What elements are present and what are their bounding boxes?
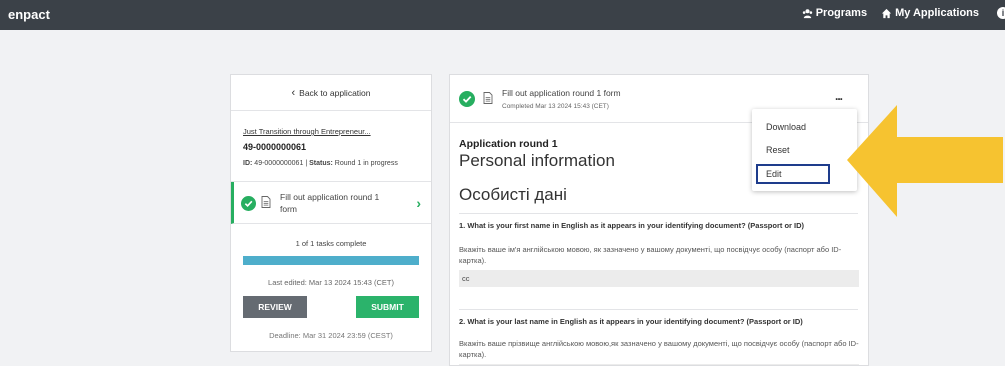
chevron-left-icon: ‹ [291,86,296,99]
question-2: 2. What is your last name in English as … [459,317,803,326]
application-sidebar: ‹ Back to application Just Transition th… [230,74,432,352]
more-options-button[interactable]: ... [835,89,843,103]
top-nav-bar: enpact Programs My Applications i [0,0,1005,30]
task-label: Fill out application round 1 form [280,192,380,214]
users-icon [802,8,812,18]
brand-logo[interactable]: enpact [8,7,50,22]
last-edited: Last edited: Mar 13 2024 15:43 (CET) [268,278,394,287]
back-label: Back to application [299,87,371,98]
application-meta: ID: 49-0000000061 | Status: Round 1 in p… [243,160,421,167]
status-label: Status: [309,160,333,167]
nav-programs[interactable]: Programs [802,7,867,19]
meta-separator: | [305,160,308,167]
menu-item-download[interactable]: Download [766,122,806,132]
question-1: 1. What is your first name in English as… [459,221,805,230]
application-number: 49-0000000061 [243,142,307,152]
tasks-complete-count: 1 of 1 tasks complete [295,239,367,248]
document-icon [483,92,493,104]
document-icon [261,196,271,208]
program-info: Just Transition through Entrepreneur... … [231,111,431,182]
more-options-menu: Download Reset Edit [752,109,857,191]
check-circle-icon [459,91,475,107]
menu-item-reset[interactable]: Reset [766,145,790,155]
id-label: ID: [243,160,253,167]
nav-programs-label: Programs [815,7,868,19]
deadline: Deadline: Mar 31 2024 23:59 (CEST) [269,331,393,340]
task-item-round-1[interactable]: Fill out application round 1 form › [231,182,431,224]
question-1-answer[interactable]: cc [459,270,859,287]
form-completed-date: Completed Mar 13 2024 15:43 (CET) [502,103,609,110]
status-value: Round 1 in progress [334,160,398,167]
nav-my-applications-label: My Applications [895,7,979,19]
nav-my-applications[interactable]: My Applications [881,7,979,19]
menu-item-edit[interactable]: Edit [756,164,830,184]
menu-item-edit-label: Edit [766,169,782,179]
top-nav: Programs My Applications i [802,7,1005,19]
id-value: 49-0000000061 [254,160,304,167]
program-link[interactable]: Just Transition through Entrepreneur... [243,127,421,136]
task-progress-fill [243,256,419,265]
review-button[interactable]: REVIEW [243,296,307,318]
divider [459,213,858,214]
back-to-application-link[interactable]: ‹ Back to application [231,75,431,111]
check-circle-icon [241,196,256,211]
home-icon [881,8,892,18]
form-title: Fill out application round 1 form [502,88,621,98]
question-2-hint: Вкажіть ваше прізвище англійською мовою,… [459,339,859,359]
info-icon[interactable]: i [997,7,1005,19]
chevron-right-icon: › [416,195,421,211]
divider [459,309,858,310]
task-progress-bar [243,256,419,265]
question-1-hint: Вкажіть ваше ім'я англійською мовою, як … [459,245,842,265]
annotation-arrow-icon [847,105,1003,217]
submit-button[interactable]: SUBMIT [356,296,419,318]
